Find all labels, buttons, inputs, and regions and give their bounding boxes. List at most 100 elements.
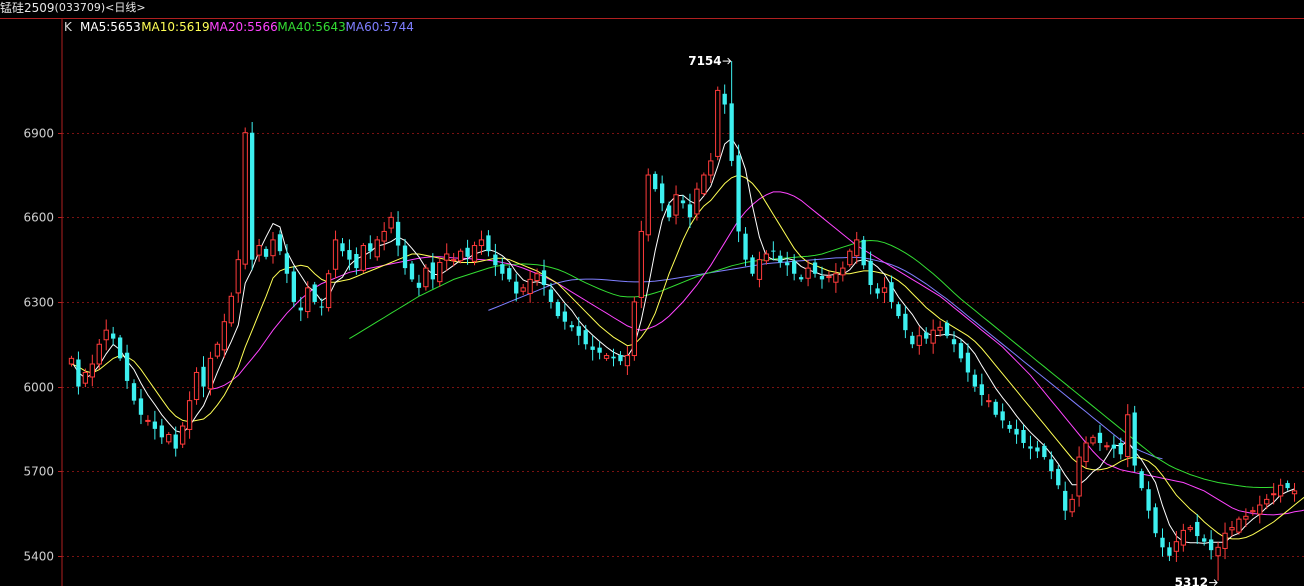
candle-body-down xyxy=(896,304,901,317)
y-tick-label: 5700 xyxy=(23,465,54,479)
candle-body-up xyxy=(638,230,644,298)
candle-body-up xyxy=(145,419,151,422)
candle-body-down xyxy=(159,425,164,438)
candle-body-down xyxy=(1049,459,1054,472)
candle-body-down xyxy=(507,268,512,280)
candle-body-down xyxy=(395,221,401,246)
candle-body-up xyxy=(805,267,811,279)
legend-ma5: MA5:5653 xyxy=(80,20,141,34)
candle-body-down xyxy=(569,325,574,328)
candle-body-down xyxy=(249,132,255,260)
candle-body-down xyxy=(1021,430,1026,443)
y-tick-label: 5400 xyxy=(23,550,54,564)
candle-body-up xyxy=(242,132,248,265)
candle-body-down xyxy=(486,235,491,252)
candle-body-down xyxy=(284,253,290,274)
candle-body-down xyxy=(340,243,345,252)
candle-body-down xyxy=(687,204,693,218)
candle-body-up xyxy=(527,278,533,294)
candle-body-up xyxy=(235,259,241,294)
candle-body-up xyxy=(305,287,311,313)
candle-body-up xyxy=(214,343,221,357)
candle-body-up xyxy=(701,174,707,195)
candle-body-down xyxy=(1202,538,1207,542)
candle-body-up xyxy=(1076,456,1082,497)
candle-body-down xyxy=(493,254,498,266)
candle-body-down xyxy=(979,384,984,396)
candle-body-up xyxy=(1271,493,1277,496)
candle-body-up xyxy=(437,261,443,283)
legend-ma40: MA40:5643 xyxy=(277,20,345,34)
candle-body-down xyxy=(291,271,297,302)
candle-body-up xyxy=(103,329,109,341)
candle-body-down xyxy=(868,260,873,286)
candle-body-up xyxy=(1243,515,1249,520)
candle-body-down xyxy=(201,366,206,387)
candle-body-down xyxy=(778,255,783,263)
candle-body-down xyxy=(124,352,130,381)
candle-body-down xyxy=(910,335,915,345)
candle-body-down xyxy=(409,263,415,280)
candle-body-up xyxy=(1125,414,1131,458)
y-tick-label: 6600 xyxy=(23,211,54,225)
candle-body-down xyxy=(562,311,568,322)
y-tick-label: 6000 xyxy=(23,381,54,395)
candle-body-up xyxy=(937,326,943,331)
candle-body-up xyxy=(673,194,679,216)
candle-body-up xyxy=(1236,518,1242,533)
candle-body-up xyxy=(332,239,339,270)
legend: K MA5:5653 MA10:5619 MA20:5566 MA40:5643 MA60… xyxy=(64,20,414,34)
candle-body-down xyxy=(972,374,978,387)
annotation-high-value: 7154 xyxy=(688,54,721,68)
candle-body-down xyxy=(548,289,554,302)
candle-body-down xyxy=(924,332,929,339)
candle-body-up xyxy=(1083,442,1089,463)
candle-body-up xyxy=(1250,510,1256,513)
candle-body-up xyxy=(1229,527,1235,531)
candle-body-down xyxy=(76,359,81,387)
candle-body-down xyxy=(500,264,505,274)
candle-body-up xyxy=(631,301,638,357)
candle-body-down xyxy=(298,307,303,311)
candle-body-up xyxy=(1187,527,1193,530)
candle-body-down xyxy=(319,306,324,308)
candle-body-down xyxy=(653,173,658,190)
candle-body-down xyxy=(1042,445,1047,458)
candle-body-down xyxy=(312,284,317,302)
candle-body-down xyxy=(1132,412,1137,466)
annotation-high: 7154 xyxy=(688,54,732,68)
candle-body-down xyxy=(597,347,602,353)
candle-body-up xyxy=(89,363,95,378)
candle-body-down xyxy=(993,401,998,415)
candle-body-down xyxy=(965,352,971,373)
candle-body-up xyxy=(186,400,193,430)
candle-body-down xyxy=(812,262,818,274)
candle-body-down xyxy=(1195,521,1200,537)
candle-body-up xyxy=(1069,498,1075,513)
candle-body-down xyxy=(347,250,352,260)
ma10-line xyxy=(71,174,1304,540)
candle-body-down xyxy=(1007,424,1012,429)
moving-average-lines xyxy=(71,137,1304,544)
candle-body-up xyxy=(930,329,936,344)
candle-body-down xyxy=(583,330,588,345)
candle-body-down xyxy=(576,326,581,336)
candle-body-up xyxy=(1090,436,1096,444)
candle-body-down xyxy=(1028,446,1033,449)
candle-body-down xyxy=(611,356,616,359)
candle-body-down xyxy=(618,354,623,362)
candle-body-down xyxy=(1000,411,1005,421)
candlestick-chart: 6900 6600 6300 6000 5700 5400 K MA5:5653 MA10:5… xyxy=(0,18,1304,586)
candle-body-down xyxy=(861,239,866,266)
annotation-low-value: 5312 xyxy=(1175,576,1208,586)
candle-body-down xyxy=(590,346,595,350)
candle-body-down xyxy=(736,155,741,232)
candle-body-down xyxy=(875,288,880,294)
candle-body-up xyxy=(471,245,478,262)
candle-body-up xyxy=(854,239,860,257)
candle-body-up xyxy=(756,259,763,280)
candle-body-up xyxy=(82,371,89,384)
ma60-line xyxy=(488,256,1163,460)
candle-body-up xyxy=(381,230,387,242)
candle-body-up xyxy=(388,216,394,229)
